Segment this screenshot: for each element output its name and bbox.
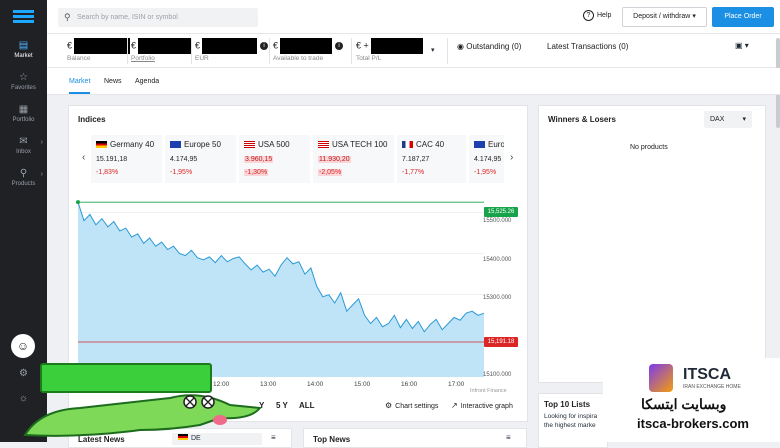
y-tick: 15400.000	[483, 257, 512, 263]
chevron-down-icon: ▾	[742, 116, 746, 123]
y-tick: 15300.000	[483, 295, 512, 301]
period-5y-button[interactable]: 5 Y	[276, 401, 288, 410]
period-all-button[interactable]: ALL	[299, 401, 315, 410]
y-tick: 15100.000	[483, 372, 512, 378]
high-price-tag: 15,525.26	[484, 207, 518, 217]
crocodile-sticker	[23, 394, 262, 437]
x-tick: 14:00	[307, 381, 324, 388]
interactive-graph-button[interactable]: ↗ Interactive graph	[451, 401, 513, 410]
gear-icon: ⚙	[385, 401, 393, 410]
last-price-tag: 15,191.18	[484, 337, 518, 347]
x-tick: 15:00	[354, 381, 371, 388]
brand-watermark: ITSCA IRAN EXCHANGE HOME وبسایت ایتسکا i…	[603, 358, 780, 442]
winners-losers-title: Winners & Losers	[548, 115, 616, 124]
x-tick: 17:00	[448, 381, 465, 388]
y-tick: 15500.000	[483, 218, 512, 224]
itsca-logo-icon	[649, 364, 673, 392]
filter-icon[interactable]: ≡	[271, 433, 276, 442]
graph-icon: ↗	[451, 401, 458, 410]
top10-card: Top 10 Lists Looking for inspira the hig…	[538, 393, 608, 448]
filter-icon[interactable]: ≡	[506, 433, 511, 442]
chart-settings-button[interactable]: ⚙ Chart settings	[385, 401, 438, 410]
index-select[interactable]: DAX ▾	[704, 111, 752, 128]
chart-source: Infront Finance	[470, 388, 507, 394]
x-tick: 16:00	[401, 381, 418, 388]
top-news-card: Top News ≡	[303, 428, 527, 448]
empty-state: No products	[630, 144, 668, 151]
price-area	[78, 202, 484, 377]
high-point	[76, 200, 80, 205]
